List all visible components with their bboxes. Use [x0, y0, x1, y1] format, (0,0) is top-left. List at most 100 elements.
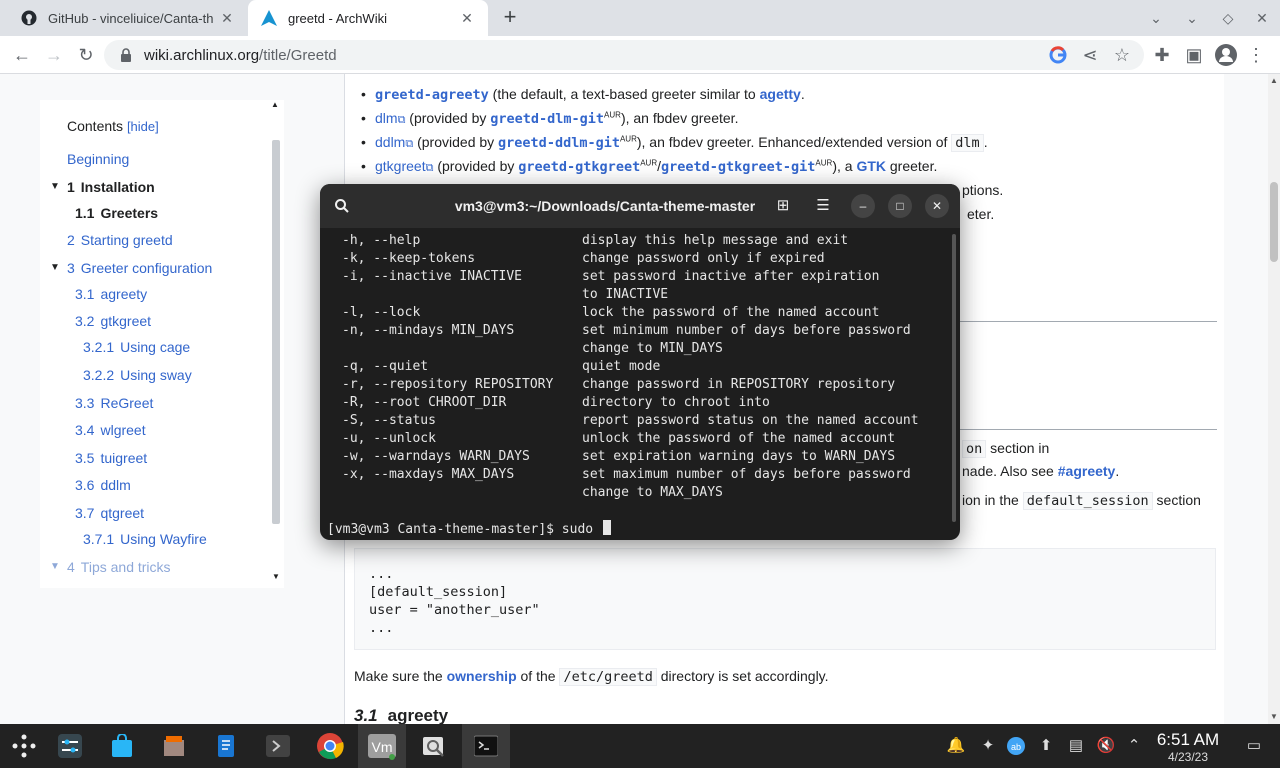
toc-item-gtkgreet[interactable]: 3.2 gtkgreet — [75, 313, 151, 329]
toc-item-regreet[interactable]: 3.3 ReGreet — [75, 395, 153, 411]
page-scrollbar[interactable]: ▲ ▼ — [1268, 74, 1280, 724]
toc-item-beginning[interactable]: Beginning — [67, 151, 129, 167]
terminal-window[interactable]: vm3@vm3:~/Downloads/Canta-theme-master ⊞… — [320, 184, 960, 540]
address-bar[interactable]: wiki.archlinux.org/title/Greetd — [104, 40, 1144, 70]
terminal-output[interactable]: -h, --help display this help message and … — [320, 228, 950, 540]
clock-date[interactable]: 4/23/23 — [1150, 750, 1226, 764]
toc-item-ddlm[interactable]: 3.6 ddlm — [75, 477, 131, 493]
chevron-down-icon[interactable]: ⌄ — [1144, 6, 1168, 30]
terminal-titlebar[interactable]: vm3@vm3:~/Downloads/Canta-theme-master ⊞… — [320, 184, 960, 228]
close-icon[interactable]: ✕ — [925, 194, 949, 218]
toc-item-agreety[interactable]: 3.1 agreety — [75, 286, 147, 302]
link-greetd-ddlm-git[interactable]: greetd-ddlm-git — [498, 135, 620, 151]
toc-item-greeters[interactable]: 1.1 Greeters — [75, 205, 158, 221]
chevron-down-icon[interactable]: ▼ — [50, 561, 62, 572]
image-viewer-icon[interactable] — [410, 724, 458, 768]
toc-scrollbar[interactable]: ▲ — [270, 100, 284, 588]
text-editor-icon[interactable] — [202, 724, 250, 768]
back-icon[interactable]: ← — [8, 41, 36, 69]
new-tab-icon[interactable]: + — [498, 6, 522, 30]
scroll-up-icon[interactable]: ▲ — [271, 100, 279, 109]
toc-item-using-sway[interactable]: 3.2.2 Using sway — [83, 367, 192, 383]
option: -l, --lock — [342, 305, 421, 320]
tab-github[interactable]: GitHub - vinceliuice/Canta-th ✕ — [8, 0, 248, 36]
share-icon[interactable]: ⋖ — [1076, 41, 1104, 69]
settings-sliders-icon[interactable] — [46, 724, 94, 768]
google-icon[interactable] — [1044, 41, 1072, 69]
toc-num: 3 — [67, 260, 75, 276]
clock-time[interactable]: 6:51 AM — [1150, 730, 1226, 750]
vpn-icon[interactable]: ab — [1006, 736, 1026, 756]
tab-archwiki[interactable]: greetd - ArchWiki ✕ — [248, 0, 488, 36]
page-scroll-thumb[interactable] — [1270, 182, 1278, 262]
toc-item-using-cage[interactable]: 3.2.1 Using cage — [83, 339, 190, 355]
reload-icon[interactable]: ↻ — [72, 41, 100, 69]
link-greetd-dlm-git[interactable]: greetd-dlm-git — [490, 111, 604, 127]
search-icon[interactable] — [330, 194, 354, 218]
show-desktop-icon[interactable]: ▭ — [1244, 736, 1264, 756]
minimize-icon[interactable]: – — [851, 194, 875, 218]
clipboard-icon[interactable]: ▤ — [1066, 736, 1086, 756]
link-dlm[interactable]: dlm — [375, 110, 398, 126]
maximize-icon[interactable]: □ — [888, 194, 912, 218]
notifications-bell-icon[interactable]: 🔔 — [946, 736, 966, 756]
extensions-icon[interactable]: ✚ — [1148, 41, 1176, 69]
link-greetd-agreety[interactable]: greetd-agreety — [375, 87, 489, 103]
side-panel-icon[interactable]: ▣ — [1180, 41, 1208, 69]
new-tab-icon[interactable]: ⊞ — [771, 194, 795, 218]
toc-item-tuigreet[interactable]: 3.5 tuigreet — [75, 450, 147, 466]
link-greetd-gtkgreet-git[interactable]: greetd-gtkgreet-git — [661, 159, 815, 175]
link-gtk[interactable]: GTK — [856, 158, 886, 174]
chevron-up-icon[interactable]: ⌃ — [1124, 736, 1144, 756]
partial-text: nade. Also see #agreety. — [962, 463, 1119, 479]
toc-scroll-thumb[interactable] — [272, 140, 280, 524]
partial-text: on section in — [962, 440, 1049, 458]
chevron-down-icon[interactable]: ▼ — [50, 262, 62, 273]
toc-label: agreety — [100, 286, 148, 302]
app-launcher-icon[interactable] — [0, 724, 48, 768]
hamburger-menu-icon[interactable]: ☰ — [811, 194, 835, 218]
chevron-down-icon[interactable]: ▼ — [50, 181, 62, 192]
link-greetd-gtkgreet[interactable]: greetd-gtkgreet — [518, 159, 640, 175]
toc-item-using-wayfire[interactable]: 3.7.1 Using Wayfire — [83, 531, 207, 547]
toc-label: Using cage — [120, 339, 191, 355]
link-agetty[interactable]: agetty — [760, 86, 801, 102]
close-window-icon[interactable]: ✕ — [1250, 6, 1274, 30]
minimize-window-icon[interactable]: ⌄ — [1180, 6, 1204, 30]
file-manager-icon[interactable] — [150, 724, 198, 768]
terminal-scrollbar[interactable] — [952, 234, 956, 522]
toc-item-tips-and-tricks[interactable]: 4 Tips and tricks — [67, 559, 171, 575]
toc-item-qtgreet[interactable]: 3.7 qtgreet — [75, 505, 144, 521]
chrome-icon[interactable] — [306, 724, 354, 768]
scroll-down-icon[interactable]: ▼ — [272, 572, 280, 581]
terminal-launcher-icon[interactable] — [254, 724, 302, 768]
toc-hide-link[interactable]: [hide] — [127, 119, 159, 134]
shell-prompt[interactable]: [vm3@vm3 Canta-theme-master]$ sudo — [327, 520, 611, 538]
link-ownership[interactable]: ownership — [447, 668, 517, 684]
link-gtkgreet[interactable]: gtkgreet — [375, 158, 426, 174]
scroll-up-icon[interactable]: ▲ — [1270, 76, 1278, 85]
toc-item-greeter-configuration[interactable]: 3 Greeter configuration — [67, 260, 212, 276]
update-notifier-icon[interactable]: ✦ — [978, 736, 998, 756]
option: -S, --status — [342, 413, 436, 428]
toc-item-installation[interactable]: 1 Installation — [67, 179, 155, 195]
profile-avatar-icon[interactable] — [1212, 41, 1240, 69]
link-ddlm[interactable]: ddlm — [375, 134, 405, 150]
close-tab-icon[interactable]: ✕ — [218, 10, 236, 27]
volume-muted-icon[interactable]: 🔇 — [1096, 736, 1116, 756]
toc-item-starting-greetd[interactable]: 2 Starting greetd — [67, 232, 173, 248]
kebab-menu-icon[interactable]: ⋮ — [1242, 41, 1270, 69]
maximize-window-icon[interactable]: ◇ — [1216, 6, 1240, 30]
store-bag-icon[interactable] — [98, 724, 146, 768]
toc-item-wlgreet[interactable]: 3.4 wlgreet — [75, 422, 146, 438]
link-agreety-anchor[interactable]: #agreety — [1058, 463, 1116, 479]
scroll-down-icon[interactable]: ▼ — [1270, 712, 1278, 721]
partial-text: ion in the default_session section — [962, 492, 1201, 510]
upload-icon[interactable]: ⬆ — [1036, 736, 1056, 756]
vmware-icon[interactable]: Vm — [358, 724, 406, 768]
partial-text-span: . — [1115, 463, 1120, 479]
bookmark-star-icon[interactable]: ☆ — [1108, 41, 1136, 69]
forward-icon[interactable]: → — [40, 41, 68, 69]
terminal-icon[interactable] — [462, 724, 510, 768]
close-tab-icon[interactable]: ✕ — [458, 10, 476, 27]
